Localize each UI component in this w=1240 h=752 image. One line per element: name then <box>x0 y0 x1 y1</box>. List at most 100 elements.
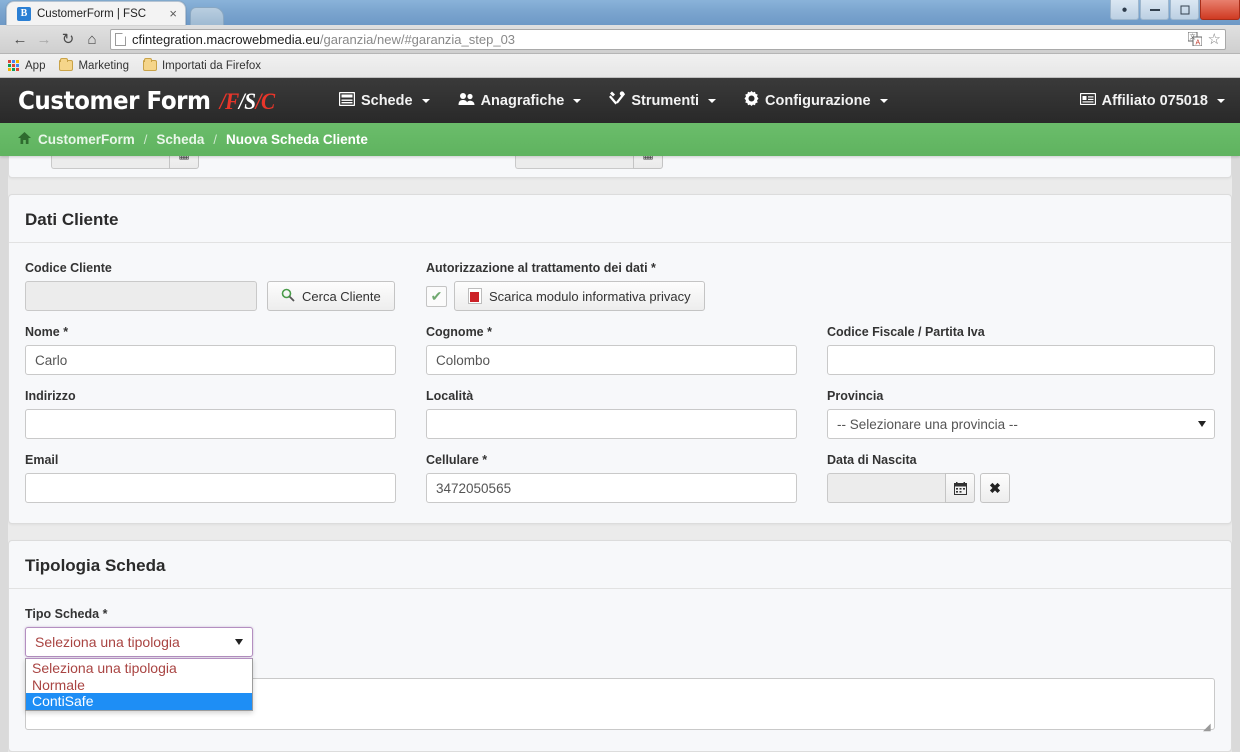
breadcrumb-item-scheda[interactable]: Scheda <box>156 132 204 147</box>
id-card-icon <box>1079 92 1096 109</box>
window-controls: ● <box>1109 0 1240 22</box>
data-nascita-group <box>827 473 975 503</box>
field-localita: Località <box>426 389 797 439</box>
nav-label: Schede <box>360 92 413 109</box>
bookmark-marketing[interactable]: Marketing <box>59 58 129 72</box>
url-text: cfintegration.macrowebmedia.eu/garanzia/… <box>132 32 515 47</box>
user-menu-trigger[interactable]: Affiliato 075018 <box>1079 92 1225 109</box>
reload-icon[interactable]: ↻ <box>56 27 80 51</box>
bookmark-star-icon[interactable]: ☆ <box>1208 32 1221 47</box>
browser-tab[interactable]: B CustomerForm | FSC × <box>6 1 186 25</box>
tipo-scheda-select[interactable]: Seleziona una tipologia Seleziona una ti… <box>25 627 253 711</box>
clipped-date-input-b[interactable] <box>515 156 633 169</box>
user-menu-label: Affiliato 075018 <box>1101 92 1208 109</box>
codice-cliente-input[interactable] <box>25 281 257 311</box>
address-bar[interactable]: cfintegration.macrowebmedia.eu/garanzia/… <box>110 28 1226 50</box>
label-provincia: Provincia <box>827 389 884 403</box>
cerca-cliente-button[interactable]: Cerca Cliente <box>267 281 395 311</box>
dati-cliente-body: Codice Cliente Cerca Cliente Autorizzazi… <box>9 243 1231 523</box>
option-seleziona-una-tipologia[interactable]: Seleziona una tipologia <box>26 660 252 677</box>
option-contisafe[interactable]: ContiSafe <box>26 693 252 710</box>
cellulare-input[interactable] <box>426 473 797 503</box>
calendar-icon[interactable]: ▦ <box>169 156 199 169</box>
folder-icon <box>142 58 157 71</box>
page-viewport: Customer Form/F/S/C Schede Anagrafiche S… <box>0 78 1240 752</box>
user-menu[interactable]: Affiliato 075018 <box>1079 92 1225 109</box>
tools-icon <box>609 91 626 110</box>
cognome-input[interactable] <box>426 345 797 375</box>
cards-icon <box>338 91 356 110</box>
nav-item-schede[interactable]: Schede <box>338 91 430 110</box>
previous-panel-clipped: ▦ ▦ <box>8 156 1232 178</box>
translate-icon[interactable]: A文 <box>1187 31 1203 47</box>
chevron-down-icon <box>573 98 582 103</box>
label-cellulare: Cellulare * <box>426 453 488 467</box>
tab-close-icon[interactable]: × <box>169 7 177 20</box>
chevron-down-icon <box>421 98 430 103</box>
nav-label: Anagrafiche <box>480 92 565 109</box>
page-gutter-left <box>0 156 8 752</box>
field-data-nascita: Data di Nascita ✖ <box>827 453 1215 503</box>
new-tab-button[interactable] <box>190 7 224 25</box>
autorizzazione-checkbox[interactable]: ✔ <box>426 285 447 307</box>
nav-item-configurazione[interactable]: Configurazione <box>744 91 888 110</box>
clipped-date-group-a: ▦ <box>51 156 199 169</box>
label-cognome: Cognome * <box>426 325 492 339</box>
nav-label: Strumenti <box>631 92 700 109</box>
app-logo[interactable]: Customer Form/F/S/C <box>18 86 275 115</box>
calendar-icon[interactable] <box>945 473 975 503</box>
form-row-2: Nome * Cognome * Codice Fiscale / Partit… <box>25 325 1215 375</box>
maximize-button[interactable] <box>1170 0 1199 20</box>
bookmark-importati-da-firefox[interactable]: Importati da Firefox <box>142 58 261 72</box>
breadcrumb-separator: / <box>143 132 148 147</box>
forward-icon[interactable]: → <box>32 27 56 51</box>
form-row-1: Codice Cliente Cerca Cliente Autorizzazi… <box>25 261 1215 311</box>
label-tipo-scheda: Tipo Scheda * <box>25 607 108 621</box>
page-info-icon <box>115 32 126 46</box>
bookmark-app[interactable]: App <box>8 59 46 72</box>
nav-item-anagrafiche[interactable]: Anagrafiche <box>458 92 582 110</box>
back-icon[interactable]: ← <box>8 27 32 51</box>
label-codice-cliente: Codice Cliente <box>25 261 112 275</box>
codice-fiscale-input[interactable] <box>827 345 1215 375</box>
clipped-date-input-a[interactable] <box>51 156 169 169</box>
field-codice-cliente: Codice Cliente Cerca Cliente <box>25 261 396 311</box>
option-normale[interactable]: Normale <box>26 677 252 694</box>
gear-icon <box>744 91 759 110</box>
tipologia-scheda-body: Tipo Scheda * Seleziona una tipologia Se… <box>9 589 1231 751</box>
calendar-icon[interactable]: ▦ <box>633 156 663 169</box>
chevron-down-icon <box>235 639 243 645</box>
email-input[interactable] <box>25 473 396 503</box>
nav-item-strumenti[interactable]: Strumenti <box>609 91 717 110</box>
user-profile-button[interactable]: ● <box>1110 0 1139 20</box>
brand-c: /C <box>255 89 276 114</box>
scarica-modulo-privacy-button[interactable]: Scarica modulo informativa privacy <box>454 281 705 311</box>
close-window-button[interactable] <box>1200 0 1240 20</box>
clear-data-nascita-button[interactable]: ✖ <box>980 473 1010 503</box>
provincia-select[interactable]: -- Selezionare una provincia -- <box>827 409 1215 439</box>
field-nome: Nome * <box>25 325 396 375</box>
label-indirizzo: Indirizzo <box>25 389 76 403</box>
spacer-col <box>827 261 1215 311</box>
app-nav-items: Schede Anagrafiche Strumenti Configurazi… <box>338 91 888 110</box>
breadcrumb-item-customerform[interactable]: CustomerForm <box>18 132 135 147</box>
folder-icon <box>59 58 74 71</box>
cerca-cliente-label: Cerca Cliente <box>302 288 381 304</box>
chevron-down-icon <box>1217 98 1225 103</box>
tipo-scheda-select-button[interactable]: Seleziona una tipologia <box>25 627 253 657</box>
field-cellulare: Cellulare * <box>426 453 797 503</box>
data-nascita-input[interactable] <box>827 473 945 503</box>
bookmark-label: App <box>25 59 46 72</box>
breadcrumb: CustomerForm / Scheda / Nuova Scheda Cli… <box>0 123 1240 156</box>
apps-grid-icon <box>8 59 20 72</box>
minimize-button[interactable] <box>1140 0 1169 20</box>
nome-input[interactable] <box>25 345 396 375</box>
localita-input[interactable] <box>426 409 797 439</box>
chevron-down-icon <box>879 98 888 103</box>
field-cognome: Cognome * <box>426 325 797 375</box>
bookmark-label: Marketing <box>78 59 129 72</box>
field-email: Email <box>25 453 396 503</box>
indirizzo-input[interactable] <box>25 409 396 439</box>
home-icon[interactable]: ⌂ <box>80 27 104 51</box>
home-icon <box>18 132 31 147</box>
